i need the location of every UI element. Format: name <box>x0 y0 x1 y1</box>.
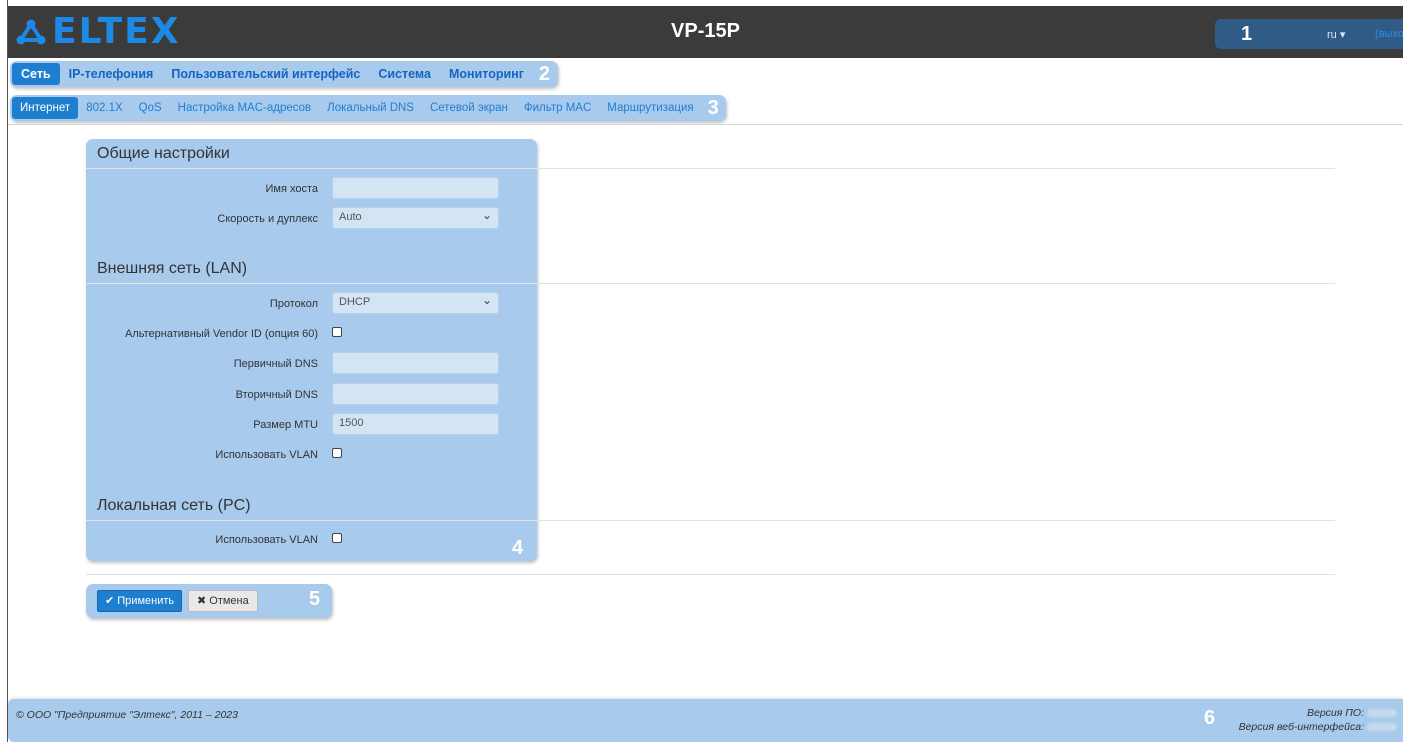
subtab-8021x[interactable]: 802.1X <box>78 97 130 119</box>
subtab-internet[interactable]: Интернет <box>12 97 79 119</box>
tab-ip-telephony[interactable]: IP-телефония <box>60 63 163 85</box>
annotation-number-4: 4 <box>512 537 524 559</box>
hostname-input[interactable] <box>332 177 499 199</box>
tab-user-interface[interactable]: Пользовательский интерфейс <box>162 63 369 85</box>
web-version-label: Версия веб-интерфейса: <box>1238 721 1364 733</box>
sub-navigation: Интернет 802.1X QoS Настройка MAC-адресо… <box>10 95 726 121</box>
primary-dns-label: Первичный DNS <box>233 358 318 370</box>
protocol-select[interactable]: DHCP <box>332 292 499 314</box>
section-divider <box>86 168 1335 169</box>
protocol-label: Протокол <box>269 298 318 310</box>
subtab-mac-settings[interactable]: Настройка MAC-адресов <box>170 97 319 119</box>
firmware-version-label: Версия ПО: <box>1307 707 1364 719</box>
firmware-version-value-blurred <box>1367 709 1397 718</box>
annotation-number-1: 1 <box>1241 23 1253 45</box>
vendor-id-checkbox[interactable] <box>332 327 342 337</box>
wan-vlan-checkbox[interactable] <box>332 448 342 458</box>
mtu-label: Размер MTU <box>253 419 318 431</box>
cancel-button[interactable]: ✖ Отмена <box>188 590 258 612</box>
subtab-local-dns[interactable]: Локальный DNS <box>319 97 422 119</box>
tab-monitoring[interactable]: Мониторинг <box>440 63 533 85</box>
mtu-input[interactable]: 1500 <box>332 413 499 435</box>
language-dropdown[interactable]: ru ▾ <box>1327 28 1345 41</box>
section-divider <box>86 520 1335 521</box>
annotation-number-3: 3 <box>707 96 719 119</box>
header-user-area: 1 ru ▾ (выход) <box>1215 19 1403 49</box>
annotation-number-6: 6 <box>1204 707 1216 729</box>
main-navigation: Сеть IP-телефония Пользовательский интер… <box>10 61 558 87</box>
vendor-id-label: Альтернативный Vendor ID (опция 60) <box>124 328 318 340</box>
annotation-number-5: 5 <box>309 588 321 610</box>
firmware-version: Версия ПО: <box>1307 707 1397 719</box>
left-margin <box>0 0 8 742</box>
section-title-lan: Локальная сеть (PC) <box>97 497 251 514</box>
speed-duplex-select[interactable]: Auto <box>332 207 499 229</box>
page-footer: © ООО "Предприятие "Элтекс", 2011 – 2023… <box>8 699 1403 742</box>
section-title-wan: Внешняя сеть (LAN) <box>97 260 248 277</box>
wan-vlan-label: Использовать VLAN <box>215 449 318 461</box>
section-divider <box>86 574 1335 575</box>
subtab-qos[interactable]: QoS <box>131 97 170 119</box>
section-title-general: Общие настройки <box>97 145 230 162</box>
apply-button[interactable]: ✔ Применить <box>97 590 183 612</box>
protocol-value: DHCP <box>339 296 371 308</box>
nav-divider <box>8 124 1403 125</box>
subtab-firewall[interactable]: Сетевой экран <box>422 97 516 119</box>
web-version-value-blurred <box>1367 723 1397 732</box>
lan-vlan-checkbox[interactable] <box>332 533 342 543</box>
tab-network[interactable]: Сеть <box>12 63 60 85</box>
tab-system[interactable]: Система <box>369 63 440 85</box>
web-interface-version: Версия веб-интерфейса: <box>1239 721 1397 733</box>
speed-duplex-value: Auto <box>339 211 362 223</box>
copyright-text: © ООО "Предприятие "Элтекс", 2011 – 2023 <box>16 709 238 721</box>
device-title: VP-15P <box>671 20 740 42</box>
secondary-dns-label: Вторичный DNS <box>235 389 318 401</box>
app-header: ELTEX VP-15P 1 ru ▾ (выход) <box>8 6 1403 58</box>
subtab-mac-filter[interactable]: Фильтр MAC <box>516 97 599 119</box>
section-divider <box>86 283 1335 284</box>
annotation-number-2: 2 <box>538 62 551 85</box>
subtab-routing[interactable]: Маршрутизация <box>599 97 701 119</box>
hostname-label: Имя хоста <box>265 183 318 195</box>
lan-vlan-label: Использовать VLAN <box>215 534 318 546</box>
speed-duplex-label: Скорость и дуплекс <box>217 213 318 225</box>
secondary-dns-input[interactable] <box>332 383 499 405</box>
primary-dns-input[interactable] <box>332 352 499 374</box>
logout-link[interactable]: (выход) <box>1375 28 1403 40</box>
